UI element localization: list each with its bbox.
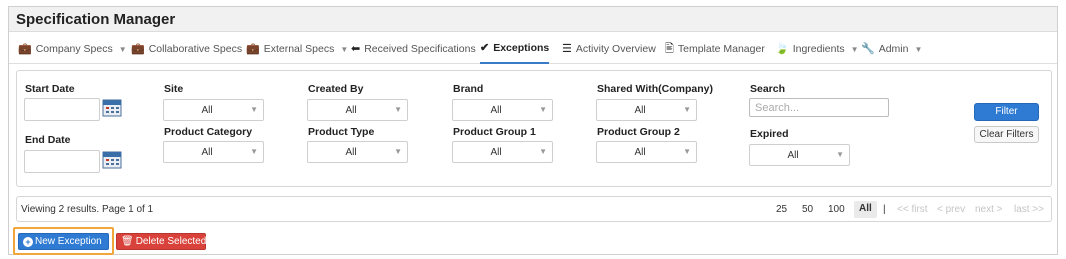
pager-separator: | (883, 204, 886, 215)
product-type-label: Product Type (308, 126, 375, 138)
briefcase-icon: 💼 (18, 42, 32, 55)
nav-ingredients[interactable]: 🍃 Ingredients ▼ (775, 34, 859, 64)
nav-received-specifications[interactable]: ⬅ Received Specifications (351, 34, 476, 64)
product-category-label: Product Category (164, 126, 253, 138)
caret-down-icon: ▼ (340, 44, 349, 54)
nav-collaborative-specs-label: Collaborative Specs (148, 43, 243, 55)
page-title: Specification Manager (16, 11, 176, 28)
product-type-select[interactable]: All ▼ (307, 141, 408, 163)
search-label: Search (750, 83, 786, 95)
product-group-2-label: Product Group 2 (597, 126, 680, 138)
shared-with-value: All (634, 105, 646, 116)
chevron-down-icon: ▼ (683, 147, 691, 156)
nav-template-manager-label: Template Manager (677, 43, 765, 55)
expired-select[interactable]: All ▼ (749, 144, 850, 166)
check-circle-icon: ✔ (480, 41, 490, 54)
page-size-100[interactable]: 100 (828, 204, 845, 215)
product-group-2-select[interactable]: All ▼ (596, 141, 697, 163)
nav-admin[interactable]: 🔧 Admin ▼ (861, 34, 922, 64)
document-icon: 🖹 (665, 42, 674, 55)
wrench-icon: 🔧 (861, 42, 875, 55)
chevron-down-icon: ▼ (394, 105, 402, 114)
arrow-left-icon: ⬅ (351, 42, 361, 55)
new-exception-label: New Exception (35, 236, 102, 247)
nav-collaborative-specs[interactable]: 💼 Collaborative Specs (131, 34, 242, 64)
product-category-value: All (201, 147, 213, 158)
filter-button[interactable]: Filter (974, 103, 1039, 121)
list-icon: ☰ (562, 42, 572, 55)
created-by-label: Created By (308, 83, 364, 95)
pager-prev[interactable]: < prev (937, 204, 965, 215)
product-type-value: All (345, 147, 357, 158)
chevron-down-icon: ▼ (394, 147, 402, 156)
page-size-50[interactable]: 50 (802, 204, 813, 215)
calendar-icon[interactable] (102, 149, 122, 169)
product-category-select[interactable]: All ▼ (163, 141, 264, 163)
chevron-down-icon: ▼ (250, 147, 258, 156)
nav-external-specs-label: External Specs (263, 43, 335, 55)
product-group-1-value: All (490, 147, 502, 158)
delete-selected-button[interactable]: 🗑 Delete Selected (116, 233, 206, 250)
briefcase-icon: 💼 (246, 42, 260, 55)
pager-next[interactable]: next > (975, 204, 1003, 215)
created-by-select[interactable]: All ▼ (307, 99, 408, 121)
nav-template-manager[interactable]: 🖹 Template Manager (665, 34, 765, 64)
brand-label: Brand (453, 83, 484, 95)
chevron-down-icon: ▼ (539, 105, 547, 114)
search-input[interactable] (749, 98, 889, 117)
end-date-label: End Date (25, 134, 71, 146)
pager-first[interactable]: << first (897, 204, 928, 215)
end-date-input[interactable] (24, 150, 100, 173)
caret-down-icon: ▼ (914, 44, 923, 54)
product-group-1-label: Product Group 1 (453, 126, 536, 138)
results-summary: Viewing 2 results. Page 1 of 1 (21, 204, 154, 215)
filter-panel: Start Date End Date Site All ▼ Product C… (16, 70, 1052, 187)
plus-circle-icon: + (23, 237, 33, 247)
specification-manager-window: Specification Manager 💼 Company Specs ▼ … (8, 6, 1058, 255)
brand-value: All (490, 105, 502, 116)
leaf-icon: 🍃 (775, 42, 789, 55)
nav-company-specs[interactable]: 💼 Company Specs ▼ (18, 34, 127, 64)
nav-activity-overview-label: Activity Overview (575, 43, 656, 55)
site-label: Site (164, 83, 184, 95)
new-exception-button[interactable]: + New Exception (18, 233, 109, 250)
shared-with-label: Shared With(Company) (597, 83, 713, 95)
caret-down-icon: ▼ (118, 44, 127, 54)
trash-icon: 🗑 (121, 236, 134, 247)
chevron-down-icon: ▼ (539, 147, 547, 156)
pager-last[interactable]: last >> (1014, 204, 1044, 215)
results-bar: Viewing 2 results. Page 1 of 1 25 50 100… (16, 196, 1052, 222)
product-group-2-value: All (634, 147, 646, 158)
clear-filters-button[interactable]: Clear Filters (974, 126, 1039, 143)
expired-label: Expired (750, 128, 789, 140)
site-value: All (201, 105, 213, 116)
page-size-all[interactable]: All (854, 201, 877, 218)
chevron-down-icon: ▼ (250, 105, 258, 114)
delete-selected-label: Delete Selected (135, 236, 207, 247)
tab-exceptions-label: Exceptions (493, 42, 550, 54)
chevron-down-icon: ▼ (683, 105, 691, 114)
nav-ingredients-label: Ingredients (792, 43, 845, 55)
caret-down-icon: ▼ (850, 44, 859, 54)
start-date-label: Start Date (25, 83, 75, 95)
nav-admin-label: Admin (878, 43, 909, 55)
page-size-25[interactable]: 25 (776, 204, 787, 215)
product-group-1-select[interactable]: All ▼ (452, 141, 553, 163)
calendar-icon[interactable] (102, 97, 122, 117)
brand-select[interactable]: All ▼ (452, 99, 553, 121)
created-by-value: All (345, 105, 357, 116)
nav-activity-overview[interactable]: ☰ Activity Overview (562, 34, 656, 64)
site-select[interactable]: All ▼ (163, 99, 264, 121)
tab-exceptions[interactable]: ✔ Exceptions (480, 34, 550, 64)
nav-company-specs-label: Company Specs (35, 43, 113, 55)
nav-received-specifications-label: Received Specifications (364, 43, 476, 55)
shared-with-select[interactable]: All ▼ (596, 99, 697, 121)
chevron-down-icon: ▼ (836, 150, 844, 159)
title-bar: Specification Manager (9, 7, 1057, 32)
start-date-input[interactable] (24, 98, 100, 121)
expired-value: All (787, 150, 799, 161)
briefcase-icon: 💼 (131, 42, 145, 55)
nav-external-specs[interactable]: 💼 External Specs ▼ (246, 34, 348, 64)
main-nav: 💼 Company Specs ▼ 💼 Collaborative Specs … (9, 34, 1057, 64)
